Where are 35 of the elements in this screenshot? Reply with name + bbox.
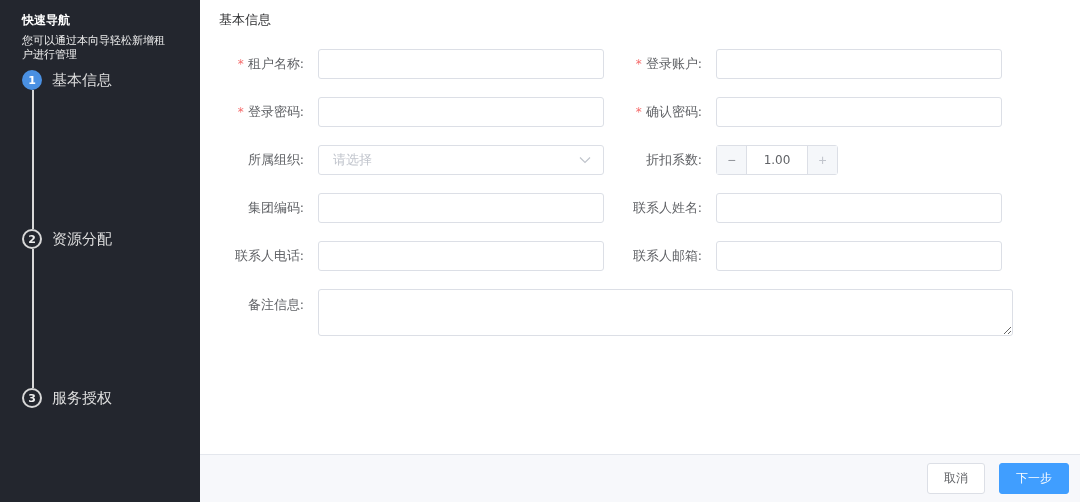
required-mark: * xyxy=(237,105,244,119)
field-label: 联系人姓名: xyxy=(632,199,702,217)
field-label: 联系人邮箱: xyxy=(632,247,702,265)
required-mark: * xyxy=(635,57,642,71)
step-label[interactable]: 基本信息 xyxy=(52,70,112,90)
field-label: 折扣系数: xyxy=(645,151,702,169)
step-label[interactable]: 服务授权 xyxy=(52,388,112,408)
text-field[interactable] xyxy=(318,241,604,271)
section-title: 基本信息 xyxy=(219,12,272,28)
field-label: 集团编码: xyxy=(247,199,304,217)
text-field[interactable] xyxy=(318,97,604,127)
text-field[interactable] xyxy=(318,49,604,79)
select-placeholder: 请选择 xyxy=(333,151,372,169)
field-label: 登录账户: xyxy=(645,55,702,73)
field-label: 所属组织: xyxy=(247,151,304,169)
cancel-button[interactable]: 取消 xyxy=(927,463,985,494)
chevron-down-icon xyxy=(579,156,591,164)
field-label: 联系人电话: xyxy=(234,247,304,265)
field-label: 确认密码: xyxy=(645,103,702,121)
text-field[interactable] xyxy=(716,241,1002,271)
required-mark: * xyxy=(635,105,642,119)
textarea-field[interactable] xyxy=(318,289,1013,336)
text-field[interactable] xyxy=(716,49,1002,79)
sidebar-title: 快速导航 xyxy=(22,12,71,28)
field-label: 登录密码: xyxy=(247,103,304,121)
sidebar-description: 您可以通过本向导轻松新增租户进行管理 xyxy=(22,34,166,62)
step-label[interactable]: 资源分配 xyxy=(52,229,112,249)
step-number[interactable]: 3 xyxy=(22,388,42,408)
text-field[interactable] xyxy=(716,193,1002,223)
text-field[interactable] xyxy=(318,193,604,223)
text-field[interactable] xyxy=(716,97,1002,127)
required-mark: * xyxy=(237,57,244,71)
field-label: 备注信息: xyxy=(247,297,304,314)
step-number[interactable]: 2 xyxy=(22,229,42,249)
field-label: 租户名称: xyxy=(247,55,304,73)
